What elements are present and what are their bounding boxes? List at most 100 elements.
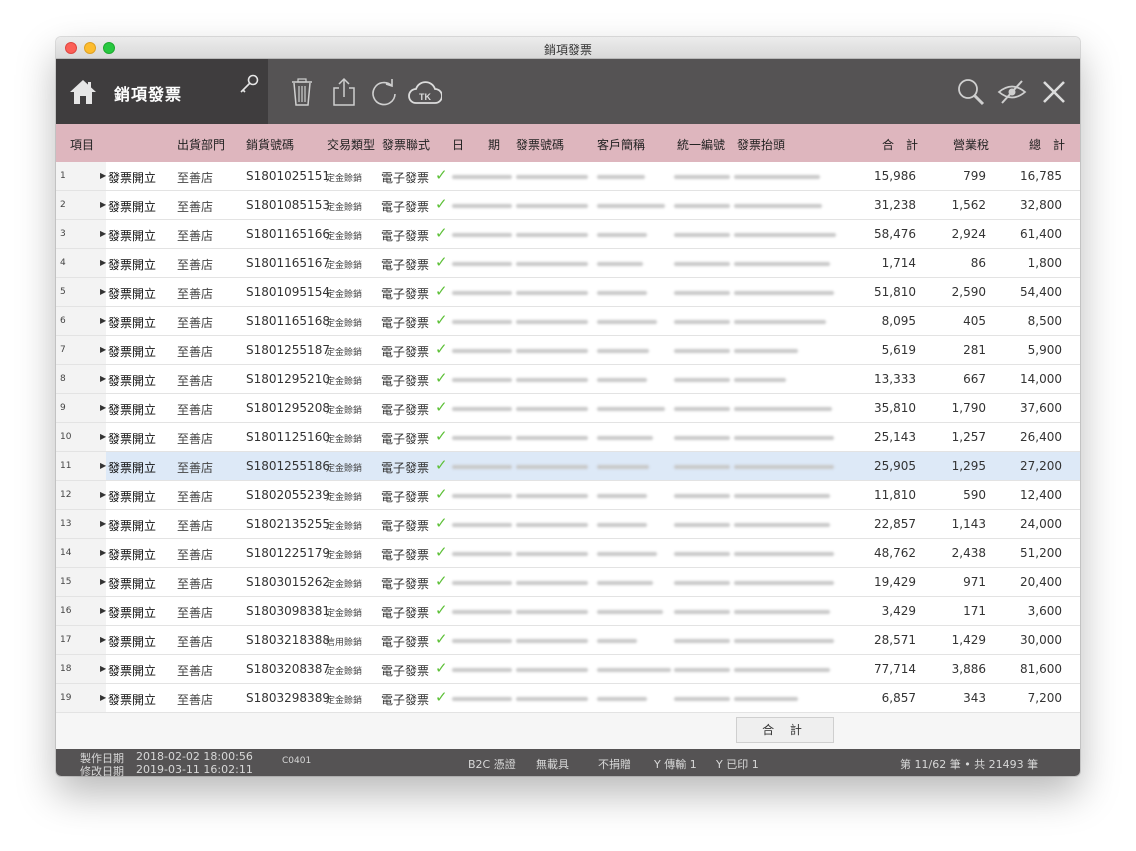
- row-item: 發票開立: [108, 461, 157, 475]
- row-dept: 至善店: [177, 635, 214, 649]
- col-date[interactable]: 日 期: [452, 136, 506, 153]
- row-item: 發票開立: [108, 693, 157, 707]
- close-icon[interactable]: [1040, 77, 1068, 107]
- row-total: 12,400: [1020, 488, 1062, 502]
- row-dept: 至善店: [177, 490, 214, 504]
- redacted-text: [516, 639, 588, 643]
- check-icon: ✓: [435, 340, 448, 358]
- table-row[interactable]: 4 ▶ 發票開立 至善店 S1801165167 定金賒銷 電子發票 ✓ 1,714 86 1,80…: [56, 249, 1080, 278]
- expand-triangle-icon[interactable]: ▶: [100, 403, 106, 412]
- row-item: 發票開立: [108, 548, 157, 562]
- check-icon: ✓: [435, 514, 448, 532]
- table-row[interactable]: 15 ▶ 發票開立 至善店 S1803015262 定金賒銷 電子發票 ✓ 19,429 971 2…: [56, 568, 1080, 597]
- table-row[interactable]: 19 ▶ 發票開立 至善店 S1803298389 定金賒銷 電子發票 ✓ 6,857 343 7,…: [56, 684, 1080, 713]
- table-row[interactable]: 14 ▶ 發票開立 至善店 S1801225179 定金賒銷 電子發票 ✓ 48,762 2,43…: [56, 539, 1080, 568]
- redacted-text: [516, 668, 588, 672]
- col-invoice-no[interactable]: 發票號碼: [516, 136, 564, 153]
- table-row[interactable]: 3 ▶ 發票開立 至善店 S1801165166 定金賒銷 電子發票 ✓ 58,476 2,924…: [56, 220, 1080, 249]
- expand-triangle-icon[interactable]: ▶: [100, 200, 106, 209]
- redacted-text: [516, 175, 588, 179]
- expand-triangle-icon[interactable]: ▶: [100, 345, 106, 354]
- redacted-text: [597, 494, 647, 498]
- row-total: 54,400: [1020, 285, 1062, 299]
- col-invoice-title[interactable]: 發票抬頭: [737, 136, 785, 153]
- col-dept[interactable]: 出貨部門: [177, 136, 225, 153]
- expand-triangle-icon[interactable]: ▶: [100, 229, 106, 238]
- expand-triangle-icon[interactable]: ▶: [100, 635, 106, 644]
- row-index-cell: 2 ▶: [56, 191, 106, 219]
- table-row[interactable]: 17 ▶ 發票開立 至善店 S1803218388 信用賒銷 電子發票 ✓ 28,571 1,42…: [56, 626, 1080, 655]
- redacted-text: [674, 668, 730, 672]
- row-invoice-copy: 電子發票: [381, 345, 430, 359]
- home-icon[interactable]: [68, 77, 98, 107]
- row-item: 發票開立: [108, 171, 157, 185]
- row-dept: 至善店: [177, 316, 214, 330]
- table-row[interactable]: 7 ▶ 發票開立 至善店 S1801255187 定金賒銷 電子發票 ✓ 5,619 281 5,9…: [56, 336, 1080, 365]
- table-row[interactable]: 16 ▶ 發票開立 至善店 S1803098381 定金賒銷 電子發票 ✓ 3,429 171 3,…: [56, 597, 1080, 626]
- table-row[interactable]: 1 ▶ 發票開立 至善店 S1801025151 定金賒銷 電子發票 ✓ 15,986 799 16…: [56, 162, 1080, 191]
- toolbar-home-area: 銷項發票: [56, 59, 268, 124]
- table-row[interactable]: 9 ▶ 發票開立 至善店 S1801295208 定金賒銷 電子發票 ✓ 35,810 1,790…: [56, 394, 1080, 423]
- expand-triangle-icon[interactable]: ▶: [100, 461, 106, 470]
- col-total[interactable]: 總 計: [1029, 136, 1065, 153]
- redacted-text: [674, 262, 730, 266]
- row-subtotal: 35,810: [874, 401, 916, 415]
- cloud-tk-icon[interactable]: TK: [408, 77, 442, 107]
- col-tax-id[interactable]: 統一編號: [677, 136, 725, 153]
- share-icon[interactable]: [330, 77, 358, 107]
- row-index-cell: 16 ▶: [56, 597, 106, 625]
- row-total: 81,600: [1020, 662, 1062, 676]
- expand-triangle-icon[interactable]: ▶: [100, 664, 106, 673]
- col-item[interactable]: 項目: [70, 136, 94, 153]
- col-tax[interactable]: 營業稅: [953, 136, 989, 153]
- redacted-text: [674, 552, 730, 556]
- row-item: 發票開立: [108, 606, 157, 620]
- trash-icon[interactable]: [288, 77, 316, 107]
- table-row[interactable]: 2 ▶ 發票開立 至善店 S1801085153 定金賒銷 電子發票 ✓ 31,238 1,562…: [56, 191, 1080, 220]
- search-icon[interactable]: [956, 77, 986, 107]
- table-row[interactable]: 11 ▶ 發票開立 至善店 S1801255186 定金賒銷 電子發票 ✓ 25,905 1,29…: [56, 452, 1080, 481]
- col-trade-type[interactable]: 交易類型: [327, 136, 375, 153]
- expand-triangle-icon[interactable]: ▶: [100, 606, 106, 615]
- row-trade-type: 定金賒銷: [326, 522, 363, 532]
- table-row[interactable]: 12 ▶ 發票開立 至善店 S1802055239 定金賒銷 電子發票 ✓ 11,810 590 1…: [56, 481, 1080, 510]
- table-row[interactable]: 10 ▶ 發票開立 至善店 S1801125160 定金賒銷 電子發票 ✓ 25,143 1,25…: [56, 423, 1080, 452]
- expand-triangle-icon[interactable]: ▶: [100, 316, 106, 325]
- refresh-icon[interactable]: [370, 77, 398, 107]
- hide-icon[interactable]: [996, 77, 1028, 107]
- row-invoice-copy: 電子發票: [381, 664, 430, 678]
- expand-triangle-icon[interactable]: ▶: [100, 374, 106, 383]
- key-icon[interactable]: [238, 73, 260, 95]
- table-row[interactable]: 18 ▶ 發票開立 至善店 S1803208387 定金賒銷 電子發票 ✓ 77,714 3,88…: [56, 655, 1080, 684]
- row-sales-no: S1801165167: [246, 256, 330, 270]
- expand-triangle-icon[interactable]: ▶: [100, 490, 106, 499]
- expand-triangle-icon[interactable]: ▶: [100, 258, 106, 267]
- redacted-text: [734, 233, 836, 237]
- col-subtotal[interactable]: 合 計: [882, 136, 918, 153]
- row-index: 13: [60, 519, 72, 529]
- table-row[interactable]: 8 ▶ 發票開立 至善店 S1801295210 定金賒銷 電子發票 ✓ 13,333 667 14…: [56, 365, 1080, 394]
- row-total: 32,800: [1020, 198, 1062, 212]
- redacted-text: [734, 552, 834, 556]
- check-icon: ✓: [435, 485, 448, 503]
- table-row[interactable]: 13 ▶ 發票開立 至善店 S1802135255 定金賒銷 電子發票 ✓ 22,857 1,14…: [56, 510, 1080, 539]
- expand-triangle-icon[interactable]: ▶: [100, 519, 106, 528]
- expand-triangle-icon[interactable]: ▶: [100, 171, 106, 180]
- row-total: 14,000: [1020, 372, 1062, 386]
- expand-triangle-icon[interactable]: ▶: [100, 548, 106, 557]
- expand-triangle-icon[interactable]: ▶: [100, 577, 106, 586]
- expand-triangle-icon[interactable]: ▶: [100, 693, 106, 702]
- col-customer[interactable]: 客戶簡稱: [597, 136, 645, 153]
- expand-triangle-icon[interactable]: ▶: [100, 287, 106, 296]
- col-invoice-copy[interactable]: 發票聯式: [382, 136, 430, 153]
- row-invoice-copy: 電子發票: [381, 316, 430, 330]
- row-dept: 至善店: [177, 519, 214, 533]
- row-item: 發票開立: [108, 664, 157, 678]
- row-tax: 1,562: [951, 198, 986, 212]
- check-icon: ✓: [435, 427, 448, 445]
- sum-button[interactable]: 合 計: [736, 717, 834, 743]
- col-sales-no[interactable]: 銷貨號碼: [246, 136, 294, 153]
- expand-triangle-icon[interactable]: ▶: [100, 432, 106, 441]
- table-row[interactable]: 6 ▶ 發票開立 至善店 S1801165168 定金賒銷 電子發票 ✓ 8,095 405 8,5…: [56, 307, 1080, 336]
- table-row[interactable]: 5 ▶ 發票開立 至善店 S1801095154 定金賒銷 電子發票 ✓ 51,810 2,590…: [56, 278, 1080, 307]
